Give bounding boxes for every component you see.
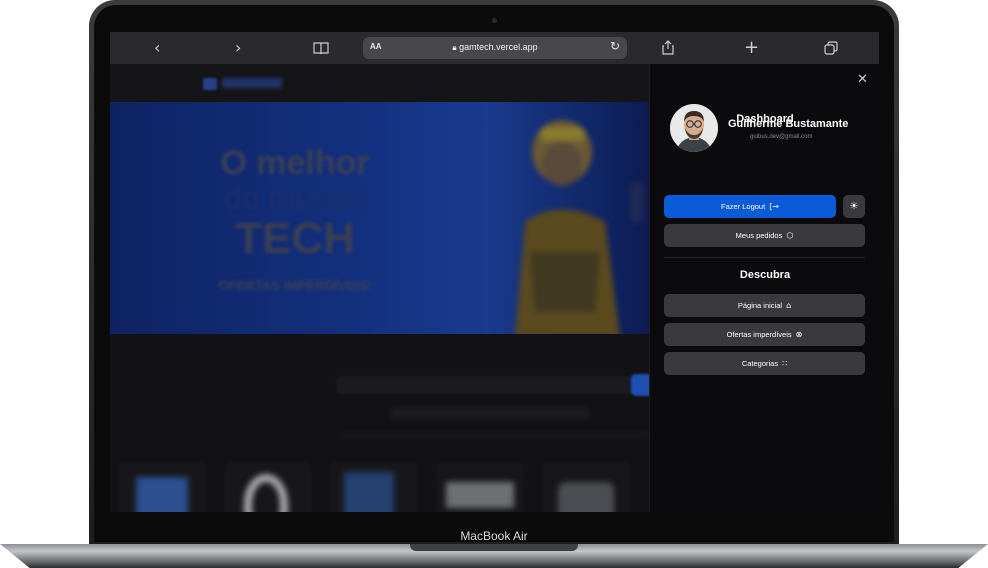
percent-icon: ⊗ [795,330,803,339]
site-header [110,64,649,102]
product-card [542,462,630,512]
tabs-icon[interactable] [824,37,838,61]
reload-icon[interactable]: ↻ [610,39,620,53]
chevron-right-icon[interactable]: › [235,37,241,59]
orders-button[interactable]: Meus pedidos ⬡ [664,224,865,247]
offers-title [390,407,590,419]
share-icon[interactable] [662,37,674,61]
grid-icon: ∷ [782,359,788,368]
discover-title: Descubra [739,269,791,281]
offers-subtitle [340,432,650,439]
sun-icon: ☀ [849,201,859,212]
nav-offers-button[interactable]: Ofertas imperdíveis ⊗ [664,323,865,346]
orders-label: Meus pedidos [735,231,783,240]
product-card [118,462,206,512]
product-card [224,462,312,512]
site-logo [203,78,217,90]
chevron-left-icon[interactable]: ‹ [154,37,160,59]
logout-icon: [→ [769,202,780,211]
address-bar[interactable]: AA 🔒︎ gamtech.vercel.app ↻ [363,37,627,59]
nav-home-button[interactable]: Página inicial ⌂ [664,294,865,317]
nav-offers-label: Ofertas imperdíveis [726,330,792,339]
user-name: Guilherme Bustamante [728,118,849,130]
product-card [330,462,418,512]
logout-label: Fazer Logout [720,202,766,211]
dashboard-drawer: Dashboard ✕ Guilherme Bustamante guibus.… [649,64,879,512]
book-icon[interactable] [313,37,329,61]
nav-categories-button[interactable]: Categorias ∷ [664,352,865,375]
nav-categories-label: Categorias [741,359,779,368]
hero-line-3: TECH [235,214,355,263]
device-model-label: MacBook Air [460,529,528,543]
package-icon: ⬡ [786,231,794,240]
hero-person-image [515,120,644,334]
close-icon[interactable]: ✕ [857,72,868,87]
theme-toggle-button[interactable]: ☀ [843,195,865,218]
browser-toolbar: ‹ › AA 🔒︎ gamtech.vercel.app ↻ + [110,32,879,64]
hero-line-1: O melhor [220,144,370,182]
home-icon: ⌂ [786,301,792,310]
user-email: guibus.dev@gmail.com [750,134,813,140]
search-input [336,376,636,394]
url-text: gamtech.vercel.app [459,42,538,52]
page-background: O melhor do mundo TECH OFERTAS IMPERDÍVE… [110,64,653,512]
browser-screen: ‹ › AA 🔒︎ gamtech.vercel.app ↻ + O melho… [110,32,879,512]
nav-home-label: Página inicial [737,301,783,310]
lock-icon: 🔒︎ [452,43,457,52]
hero-line-2: do mundo [223,180,367,216]
hero-line-4: OFERTAS IMPERDÍVEIS! [218,278,372,293]
divider [664,257,865,258]
avatar [670,104,718,152]
logout-button[interactable]: Fazer Logout [→ [664,195,836,218]
camera-icon [492,18,497,23]
laptop-notch [410,544,578,551]
hero-banner: O melhor do mundo TECH OFERTAS IMPERDÍVE… [110,102,649,334]
product-card [436,462,524,512]
plus-icon[interactable]: + [744,37,759,59]
